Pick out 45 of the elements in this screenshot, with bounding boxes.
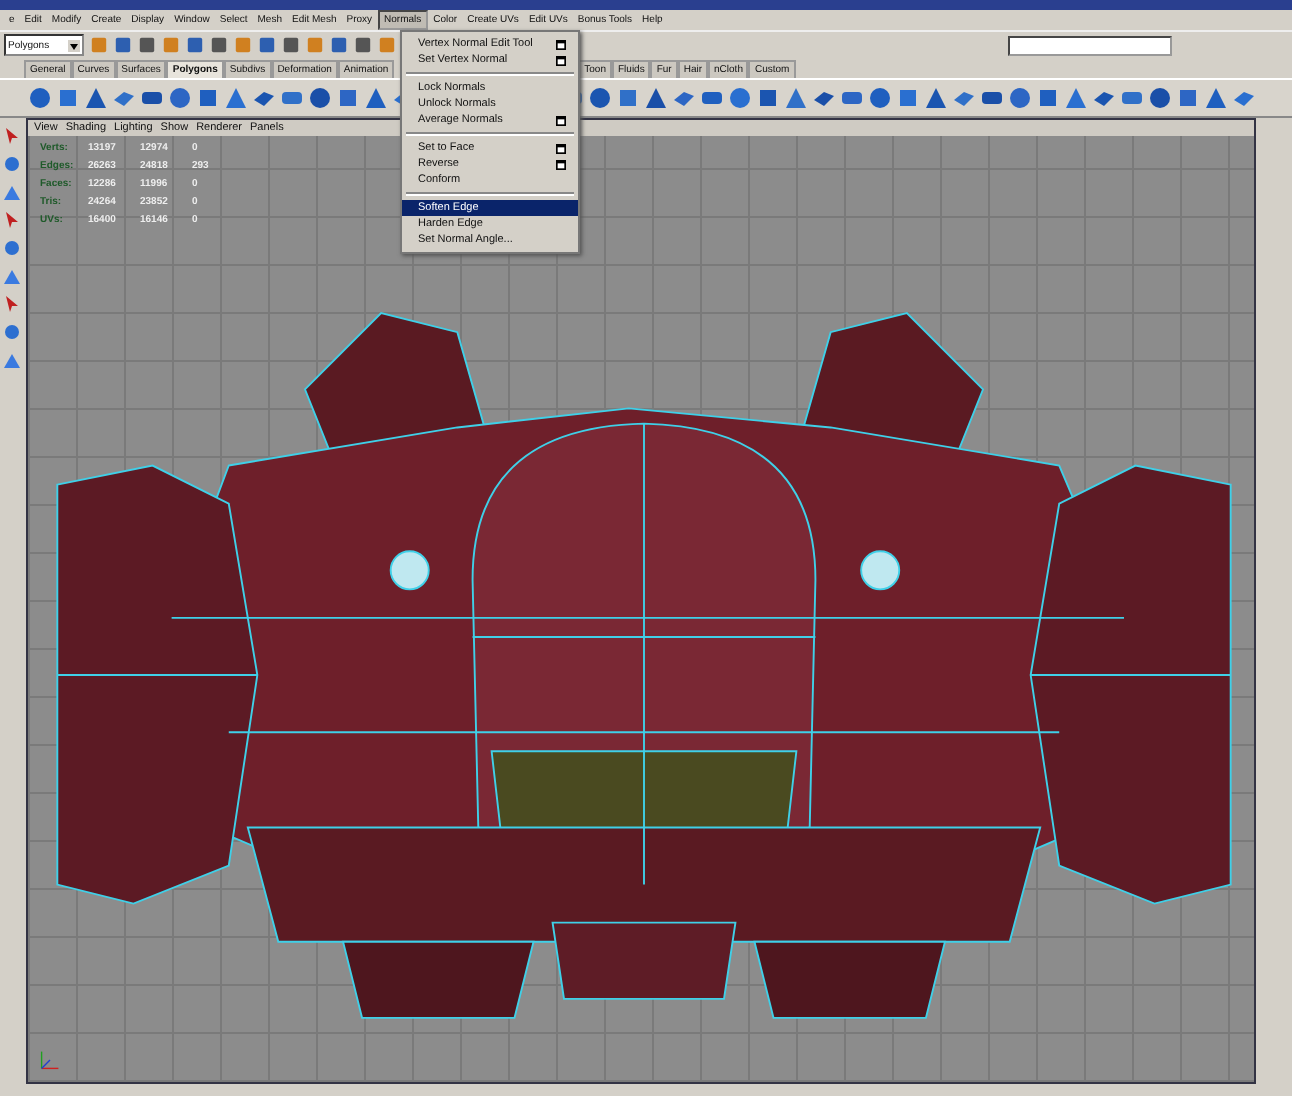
shelf-tool-icon[interactable]: [280, 86, 304, 110]
shelf-tool-icon[interactable]: [672, 86, 696, 110]
shelf-tool-icon[interactable]: [1232, 86, 1256, 110]
shelf-tool-icon[interactable]: [112, 86, 136, 110]
option-box-icon[interactable]: [556, 159, 566, 169]
shelf-tool-icon[interactable]: [616, 86, 640, 110]
shelf-tool-icon[interactable]: [896, 86, 920, 110]
option-box-icon[interactable]: [556, 39, 566, 49]
input-field[interactable]: [1008, 35, 1172, 55]
shelf-tool-icon[interactable]: [56, 86, 80, 110]
option-box-icon[interactable]: [556, 143, 566, 153]
shelf-tool-icon[interactable]: [952, 86, 976, 110]
shelf-tool-icon[interactable]: [1204, 86, 1228, 110]
axis-gizmo-icon: [36, 1046, 64, 1074]
shelf-tool-icon[interactable]: [196, 86, 220, 110]
shelf-tool-icon[interactable]: [1148, 86, 1172, 110]
shelf-tool-icon[interactable]: [840, 86, 864, 110]
shelf-tool-icon[interactable]: [784, 86, 808, 110]
shelf-tool-icon[interactable]: [1036, 86, 1060, 110]
shelf-tool-icon[interactable]: [1176, 86, 1200, 110]
shelf-tool-icon[interactable]: [924, 86, 948, 110]
shelf-tool-icon[interactable]: [28, 86, 52, 110]
shelf-tool-icon[interactable]: [812, 86, 836, 110]
shelf-tool-icon[interactable]: [1064, 86, 1088, 110]
shelf-tool-icon[interactable]: [140, 86, 164, 110]
shelf-tool-icon[interactable]: [1092, 86, 1116, 110]
shelf-tool-icon[interactable]: [84, 86, 108, 110]
shelf-tool-icon[interactable]: [364, 86, 388, 110]
shelf-tool-icon[interactable]: [868, 86, 892, 110]
shelf-tool-icon[interactable]: [700, 86, 724, 110]
shelf-tool-icon[interactable]: [1008, 86, 1032, 110]
shelf-tool-icon[interactable]: [644, 86, 668, 110]
shelf-tool-icon[interactable]: [588, 86, 612, 110]
shelf-tool-icon[interactable]: [168, 86, 192, 110]
shelf-tool-icon[interactable]: [728, 86, 752, 110]
shelf-tool-icon[interactable]: [308, 86, 332, 110]
shelf-tool-icon[interactable]: [336, 86, 360, 110]
shelf-tool-icon[interactable]: [756, 86, 780, 110]
option-box-icon[interactable]: [556, 115, 566, 125]
shelf-tool-icon[interactable]: [980, 86, 1004, 110]
shelf-tool-icon[interactable]: [224, 86, 248, 110]
shelf-tool-icon[interactable]: [1120, 86, 1144, 110]
option-box-icon[interactable]: [556, 55, 566, 65]
shelf-tool-icon[interactable]: [252, 86, 276, 110]
dropdown-arrow-icon[interactable]: [68, 39, 80, 51]
